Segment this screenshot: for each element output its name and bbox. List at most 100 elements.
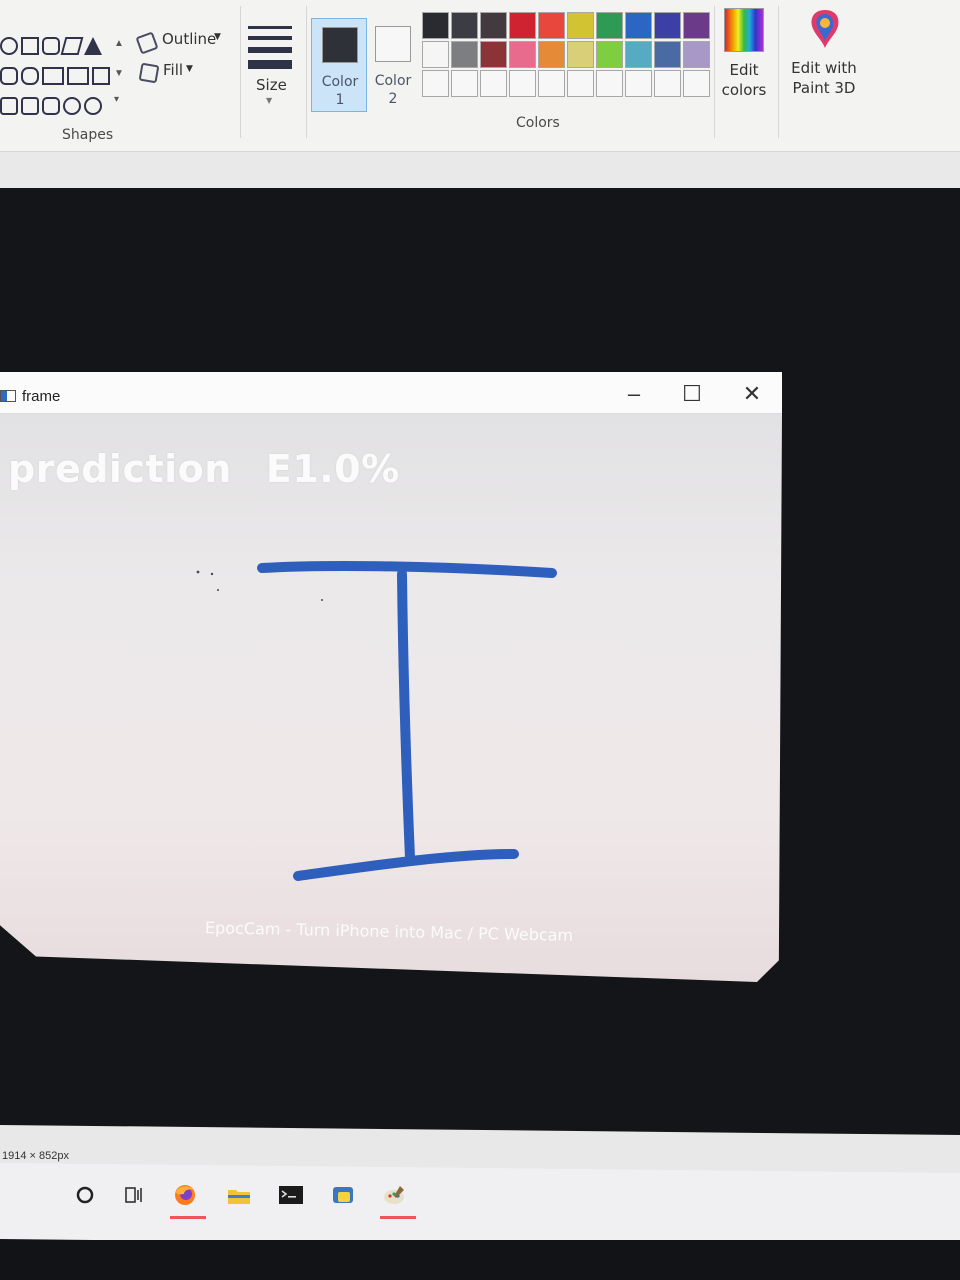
palette-swatch[interactable]	[422, 41, 449, 68]
gallery-expand-icon[interactable]: ▾	[114, 94, 119, 105]
maximize-icon[interactable]: ☐	[672, 380, 712, 408]
shapes-gallery[interactable]	[0, 34, 112, 124]
oval-shape-icon[interactable]	[0, 37, 18, 55]
paint3d-line2: Paint 3D	[792, 79, 856, 97]
fill-dropdown-icon[interactable]: ▼	[186, 64, 193, 74]
pentagon-shape-icon[interactable]	[0, 67, 18, 85]
palette-swatch[interactable]	[509, 12, 536, 39]
letter-top-stroke	[257, 560, 557, 578]
window-title: frame	[22, 388, 61, 405]
palette-swatch[interactable]	[625, 12, 652, 39]
fill-button[interactable]: Fill	[163, 61, 183, 79]
five-point-star-shape-icon[interactable]	[21, 97, 39, 115]
palette-swatch[interactable]	[480, 41, 507, 68]
python-icon[interactable]	[330, 1184, 356, 1206]
palette-swatch[interactable]	[596, 70, 623, 97]
color1-swatch	[322, 27, 358, 63]
outline-dropdown-icon[interactable]: ▼	[214, 32, 221, 42]
gallery-scroll-up-icon[interactable]: ▲	[114, 38, 124, 49]
ribbon-separator	[306, 6, 307, 138]
shapes-group-label: Shapes	[62, 127, 114, 143]
paint3d-icon[interactable]	[808, 8, 842, 50]
color2-number: 2	[388, 91, 398, 107]
ribbon-separator	[240, 6, 241, 138]
right-arrow-shape-icon[interactable]	[42, 67, 64, 85]
palette-swatch[interactable]	[480, 12, 507, 39]
palette-swatch[interactable]	[683, 41, 710, 68]
callout-shape-icon[interactable]	[42, 97, 60, 115]
left-arrow-shape-icon[interactable]	[67, 67, 89, 85]
paint-icon[interactable]	[382, 1184, 408, 1206]
palette-swatch[interactable]	[509, 41, 536, 68]
palette-swatch[interactable]	[567, 12, 594, 39]
star-shape-icon[interactable]	[0, 97, 18, 115]
palette-swatch[interactable]	[538, 70, 565, 97]
palette-swatch[interactable]	[567, 70, 594, 97]
edit-colors-line2: colors	[721, 81, 767, 99]
task-view-icon[interactable]	[122, 1184, 148, 1206]
search-circle-icon[interactable]	[74, 1184, 100, 1206]
hexagon-shape-icon[interactable]	[21, 67, 39, 85]
palette-swatch[interactable]	[480, 70, 507, 97]
palette-swatch[interactable]	[567, 41, 594, 68]
paint-ribbon: ▲ ▼ ▾ Outline ▼ Fill ▼ Shapes Size ▼ Col…	[0, 0, 960, 152]
palette-swatch[interactable]	[422, 12, 449, 39]
firefox-icon[interactable]	[172, 1184, 198, 1206]
palette-swatch[interactable]	[451, 41, 478, 68]
edit-colors-icon[interactable]	[724, 8, 764, 52]
app-window-icon	[0, 390, 16, 402]
outline-button[interactable]: Outline	[162, 30, 216, 48]
triangle-shape-icon[interactable]	[84, 37, 102, 55]
palette-swatch[interactable]	[509, 70, 536, 97]
palette-swatch[interactable]	[538, 12, 565, 39]
palette-swatch[interactable]	[596, 41, 623, 68]
up-arrow-shape-icon[interactable]	[92, 67, 110, 85]
firefox-active-indicator	[170, 1216, 206, 1219]
ribbon-separator	[778, 6, 779, 138]
color2-button[interactable]: Color 2	[365, 18, 421, 112]
ribbon-separator	[714, 6, 715, 138]
palette-swatch[interactable]	[654, 70, 681, 97]
palette-swatch[interactable]	[538, 41, 565, 68]
color1-label: Color	[321, 74, 359, 90]
palette-swatch[interactable]	[625, 41, 652, 68]
palette-swatch[interactable]	[451, 12, 478, 39]
rectangle-shape-icon[interactable]	[21, 37, 39, 55]
color2-swatch	[375, 26, 411, 62]
edit-with-paint3d-button[interactable]: Edit with Paint 3D	[788, 58, 860, 98]
letter-vertical-stroke	[397, 569, 415, 863]
monitor-bezel	[0, 1240, 960, 1280]
size-lines-icon[interactable]	[248, 26, 292, 76]
camera-feed: prediction E1.0% EpocCam - Turn iPhone in…	[0, 414, 782, 982]
gallery-scroll-down-icon[interactable]: ▼	[114, 68, 124, 79]
polygon-shape-icon[interactable]	[60, 37, 84, 55]
rounded-rectangle-shape-icon[interactable]	[42, 37, 60, 55]
minimize-icon[interactable]: –	[614, 380, 654, 408]
palette-swatch[interactable]	[451, 70, 478, 97]
edit-colors-button[interactable]: Edit colors	[720, 60, 768, 100]
color2-label: Color	[374, 73, 412, 89]
palette-swatch[interactable]	[683, 70, 710, 97]
windows-taskbar	[0, 1162, 960, 1250]
size-button[interactable]: Size	[256, 76, 287, 94]
size-dropdown-icon[interactable]: ▼	[266, 96, 272, 105]
terminal-icon[interactable]	[278, 1184, 304, 1206]
letter-bottom-stroke	[293, 849, 519, 881]
close-icon[interactable]: ✕	[732, 380, 772, 408]
palette-swatch[interactable]	[654, 12, 681, 39]
palette-swatch[interactable]	[596, 12, 623, 39]
oval-callout-shape-icon[interactable]	[63, 97, 81, 115]
color-palette[interactable]	[422, 12, 710, 97]
palette-swatch[interactable]	[654, 41, 681, 68]
window-titlebar[interactable]: frame – ☐ ✕	[0, 372, 782, 414]
edit-colors-line1: Edit	[729, 61, 759, 79]
palette-swatch[interactable]	[683, 12, 710, 39]
colors-group-label: Colors	[516, 115, 560, 131]
palette-swatch[interactable]	[422, 70, 449, 97]
palette-swatch[interactable]	[625, 70, 652, 97]
color1-button[interactable]: Color 1	[311, 18, 367, 112]
paint-active-indicator	[380, 1216, 416, 1219]
frame-window: frame – ☐ ✕ prediction E1.0% EpocCam - Tu…	[0, 372, 782, 982]
file-explorer-icon[interactable]	[226, 1184, 252, 1206]
cloud-callout-shape-icon[interactable]	[84, 97, 102, 115]
